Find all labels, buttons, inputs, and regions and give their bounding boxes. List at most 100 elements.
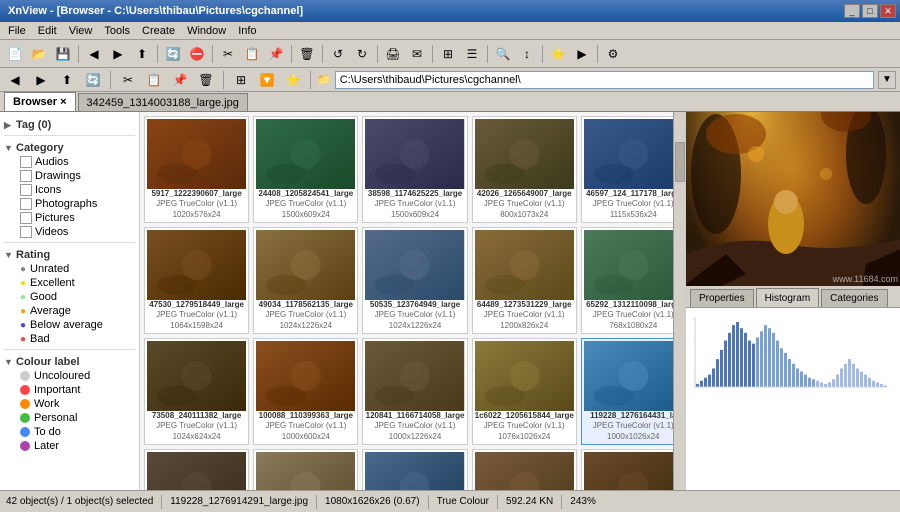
toolbar-filter[interactable]: 🔍 [492, 43, 514, 65]
thumbnail-item[interactable]: 65292_1312110098_large JPEG TrueColor (v… [581, 227, 685, 334]
thumbnail-item[interactable]: 64489_1273531229_large JPEG TrueColor (v… [472, 227, 577, 334]
addr-nav-refresh[interactable]: 🔄 [82, 69, 104, 91]
thumbnail-item[interactable]: 42026_1265649007_large JPEG TrueColor (v… [472, 116, 577, 223]
addr-star[interactable]: ⭐ [282, 69, 304, 91]
thumbnail-item[interactable]: 232407_1327385565_large 2 Pts TrueColor … [472, 449, 577, 490]
tab-histogram[interactable]: Histogram [756, 288, 820, 307]
thumbnail-dims: 1064x1598x24 [147, 320, 246, 331]
menu-window[interactable]: Window [181, 23, 232, 39]
addr-nav-up[interactable]: ⬆ [56, 69, 78, 91]
addr-delete[interactable]: 🗑 [195, 69, 217, 91]
menu-create[interactable]: Create [136, 23, 181, 39]
toolbar-sort[interactable]: ↕ [516, 43, 538, 65]
toolbar-refresh[interactable]: 🔄 [162, 43, 184, 65]
toolbar-up[interactable]: ⬆ [131, 43, 153, 65]
scrollbar-vertical[interactable] [673, 112, 685, 490]
rating-bad[interactable]: ●Bad [0, 332, 139, 346]
toolbar-cut[interactable]: ✂ [217, 43, 239, 65]
addr-nav-back[interactable]: ◀ [4, 69, 26, 91]
toolbar-copy[interactable]: 📋 [241, 43, 263, 65]
addr-thumbs[interactable]: ⊞ [230, 69, 252, 91]
tab-image[interactable]: 342459_1314003188_large.jpg [78, 93, 248, 111]
toolbar-view-thumbs[interactable]: ⊞ [437, 43, 459, 65]
thumbnail-item[interactable]: 5917_1222390607_large JPEG TrueColor (v1… [144, 116, 249, 223]
rating-excellent[interactable]: ●Excellent [0, 276, 139, 290]
tab-browser[interactable]: Browser × [4, 92, 76, 111]
addr-filter[interactable]: 🔽 [256, 69, 278, 91]
category-icons[interactable]: Icons [0, 183, 139, 197]
maximize-button[interactable]: □ [862, 4, 878, 18]
thumbnail-item[interactable]: 46597_124_117178_large JPEG TrueColor (v… [581, 116, 685, 223]
cat-expand[interactable]: ▼ [4, 143, 16, 153]
toolbar-stop[interactable]: ⛔ [186, 43, 208, 65]
thumbnail-image [584, 452, 683, 490]
thumbnail-item[interactable]: 244855_1191333321_large 2 Pts TrueColor … [581, 449, 685, 490]
menu-info[interactable]: Info [232, 23, 262, 39]
toolbar-settings[interactable]: ⚙ [602, 43, 624, 65]
colour-expand[interactable]: ▼ [4, 357, 16, 367]
toolbar-back[interactable]: ◀ [83, 43, 105, 65]
thumbnail-item[interactable]: 47530_1279518449_large JPEG TrueColor (v… [144, 227, 249, 334]
thumbnail-item[interactable]: 50535_123764949_large JPEG TrueColor (v1… [362, 227, 467, 334]
colour-later[interactable]: Later [0, 439, 139, 453]
toolbar-forward[interactable]: ▶ [107, 43, 129, 65]
toolbar-star[interactable]: ⭐ [547, 43, 569, 65]
close-button[interactable]: ✕ [880, 4, 896, 18]
thumbnail-item[interactable]: 193080_1380812449_large 2 Pts TrueColor … [144, 449, 249, 490]
thumbnail-item[interactable]: 119228_1276164431_la JPEG TrueColor (v1.… [581, 338, 685, 445]
tab-categories[interactable]: Categories [821, 289, 887, 307]
colour-uncoloured[interactable]: Uncoloured [0, 369, 139, 383]
thumbnail-item[interactable]: 218717_1310757180_large 2 Pts TrueColor … [253, 449, 358, 490]
addr-copy[interactable]: 📋 [143, 69, 165, 91]
props-tabs: Properties Histogram Categories [686, 286, 900, 308]
thumbnail-item[interactable]: 227156_1212816786_large 2 Pts TrueColor … [362, 449, 467, 490]
thumbnail-item[interactable]: 120841_1166714058_large JPEG TrueColor (… [362, 338, 467, 445]
scroll-thumb[interactable] [675, 142, 685, 182]
addr-go[interactable]: ▼ [878, 71, 896, 89]
toolbar-print[interactable]: 🖨 [382, 43, 404, 65]
tag-expand[interactable]: ▶ [4, 120, 16, 131]
thumbnail-item[interactable]: 1c6022_1205615844_large JPEG TrueColor (… [472, 338, 577, 445]
colour-to do[interactable]: To do [0, 425, 139, 439]
menu-edit[interactable]: Edit [32, 23, 63, 39]
category-drawings[interactable]: Drawings [0, 169, 139, 183]
colour-work[interactable]: Work [0, 397, 139, 411]
rating-expand[interactable]: ▼ [4, 250, 16, 260]
thumbnail-type: JPEG TrueColor (v1.1) [365, 420, 464, 431]
toolbar-email[interactable]: ✉ [406, 43, 428, 65]
rating-good[interactable]: ●Good [0, 290, 139, 304]
toolbar-view-details[interactable]: ☰ [461, 43, 483, 65]
tab-properties[interactable]: Properties [690, 289, 754, 307]
colour-important[interactable]: Important [0, 383, 139, 397]
toolbar-paste[interactable]: 📌 [265, 43, 287, 65]
toolbar-rotate-left[interactable]: ↺ [327, 43, 349, 65]
menu-file[interactable]: File [2, 23, 32, 39]
minimize-button[interactable]: _ [844, 4, 860, 18]
toolbar-rotate-right[interactable]: ↻ [351, 43, 373, 65]
category-photographs[interactable]: Photographs [0, 197, 139, 211]
category-videos[interactable]: Videos [0, 225, 139, 239]
toolbar-slideshow[interactable]: ▶ [571, 43, 593, 65]
addr-nav-forward[interactable]: ▶ [30, 69, 52, 91]
addr-cut[interactable]: ✂ [117, 69, 139, 91]
toolbar-save[interactable]: 💾 [52, 43, 74, 65]
window-controls[interactable]: _ □ ✕ [844, 4, 896, 18]
rating-below-average[interactable]: ●Below average [0, 318, 139, 332]
toolbar-open[interactable]: 📂 [28, 43, 50, 65]
thumbnail-item[interactable]: 49034_1178562135_large JPEG TrueColor (v… [253, 227, 358, 334]
addr-paste[interactable]: 📌 [169, 69, 191, 91]
thumbnail-item[interactable]: 100088_110399363_large JPEG TrueColor (v… [253, 338, 358, 445]
address-input[interactable] [335, 71, 874, 89]
category-pictures[interactable]: Pictures [0, 211, 139, 225]
toolbar-new[interactable]: 📄 [4, 43, 26, 65]
menu-tools[interactable]: Tools [98, 23, 136, 39]
rating-unrated[interactable]: ●Unrated [0, 262, 139, 276]
rating-average[interactable]: ●Average [0, 304, 139, 318]
menu-view[interactable]: View [63, 23, 99, 39]
thumbnail-item[interactable]: 24408_1205824541_large JPEG TrueColor (v… [253, 116, 358, 223]
category-audios[interactable]: Audios [0, 155, 139, 169]
thumbnail-item[interactable]: 38598_1174625225_large JPEG TrueColor (v… [362, 116, 467, 223]
thumbnail-item[interactable]: 73508_240111382_large JPEG TrueColor (v1… [144, 338, 249, 445]
colour-personal[interactable]: Personal [0, 411, 139, 425]
toolbar-delete[interactable]: 🗑 [296, 43, 318, 65]
